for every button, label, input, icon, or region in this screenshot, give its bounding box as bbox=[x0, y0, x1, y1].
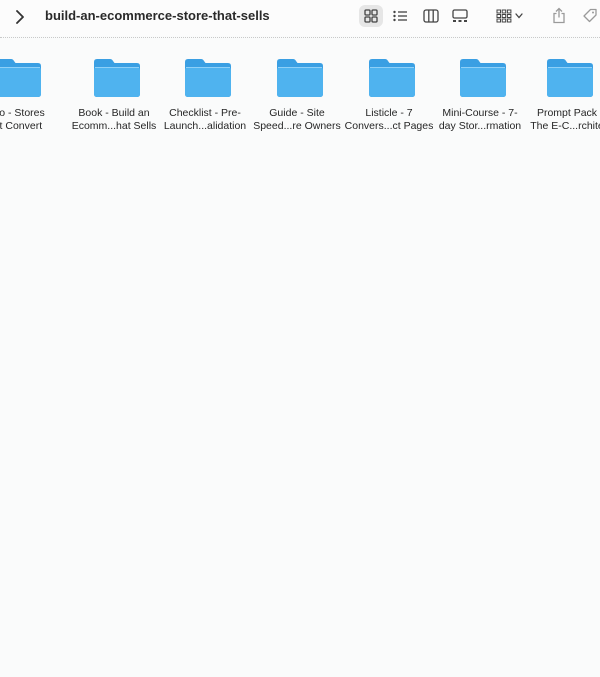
folder-icon bbox=[460, 59, 506, 97]
folder-item[interactable]: Book - Build an Ecomm...hat Sells bbox=[69, 50, 159, 140]
folder-item[interactable]: Listicle - 7 Convers...ct Pages bbox=[344, 50, 434, 140]
chevron-right-icon bbox=[16, 10, 24, 24]
folder-label: Mini-Course - 7- day Stor...rmation bbox=[438, 107, 522, 132]
column-view-button[interactable] bbox=[420, 5, 442, 27]
list-view-icon bbox=[392, 10, 407, 22]
tag-button[interactable] bbox=[580, 5, 600, 27]
folder-grid: udio - Stores hat Convert Book - Build a… bbox=[0, 38, 600, 677]
folder-icon bbox=[547, 59, 593, 97]
share-button[interactable] bbox=[549, 4, 569, 26]
icon-view-button[interactable] bbox=[359, 5, 383, 27]
back-button[interactable] bbox=[10, 7, 30, 27]
folder-label: Prompt Pack The E-C...rchite bbox=[530, 107, 600, 132]
tag-icon bbox=[583, 8, 597, 23]
folder-item[interactable]: Checklist - Pre- Launch...alidation bbox=[160, 50, 250, 140]
folder-icon bbox=[277, 59, 323, 97]
folder-item[interactable]: Mini-Course - 7- day Stor...rmation bbox=[435, 50, 525, 140]
folder-label: udio - Stores hat Convert bbox=[0, 107, 45, 132]
folder-label: Guide - Site Speed...re Owners bbox=[253, 107, 341, 132]
column-view-icon bbox=[423, 9, 439, 23]
folder-item[interactable]: Prompt Pack The E-C...rchite bbox=[522, 50, 600, 140]
folder-icon bbox=[185, 59, 231, 97]
group-grid-icon bbox=[496, 9, 511, 23]
folder-label: Book - Build an Ecomm...hat Sells bbox=[71, 107, 157, 132]
gallery-view-button[interactable] bbox=[449, 5, 471, 27]
folder-item[interactable]: Guide - Site Speed...re Owners bbox=[252, 50, 342, 140]
window-title: build-an-ecommerce-store-that-sells bbox=[45, 8, 270, 23]
gallery-view-icon bbox=[452, 9, 468, 22]
icon-view-icon bbox=[364, 9, 378, 23]
folder-item[interactable]: udio - Stores hat Convert bbox=[0, 50, 60, 140]
chevron-down-icon bbox=[514, 13, 523, 19]
group-by-button[interactable] bbox=[494, 5, 524, 27]
folder-icon bbox=[94, 59, 140, 97]
toolbar: build-an-ecommerce-store-that-sells bbox=[0, 0, 600, 36]
folder-icon bbox=[369, 59, 415, 97]
share-icon bbox=[553, 7, 565, 23]
folder-icon bbox=[0, 59, 41, 97]
folder-label: Checklist - Pre- Launch...alidation bbox=[163, 107, 247, 132]
list-view-button[interactable] bbox=[389, 5, 411, 27]
folder-label: Listicle - 7 Convers...ct Pages bbox=[344, 107, 434, 132]
